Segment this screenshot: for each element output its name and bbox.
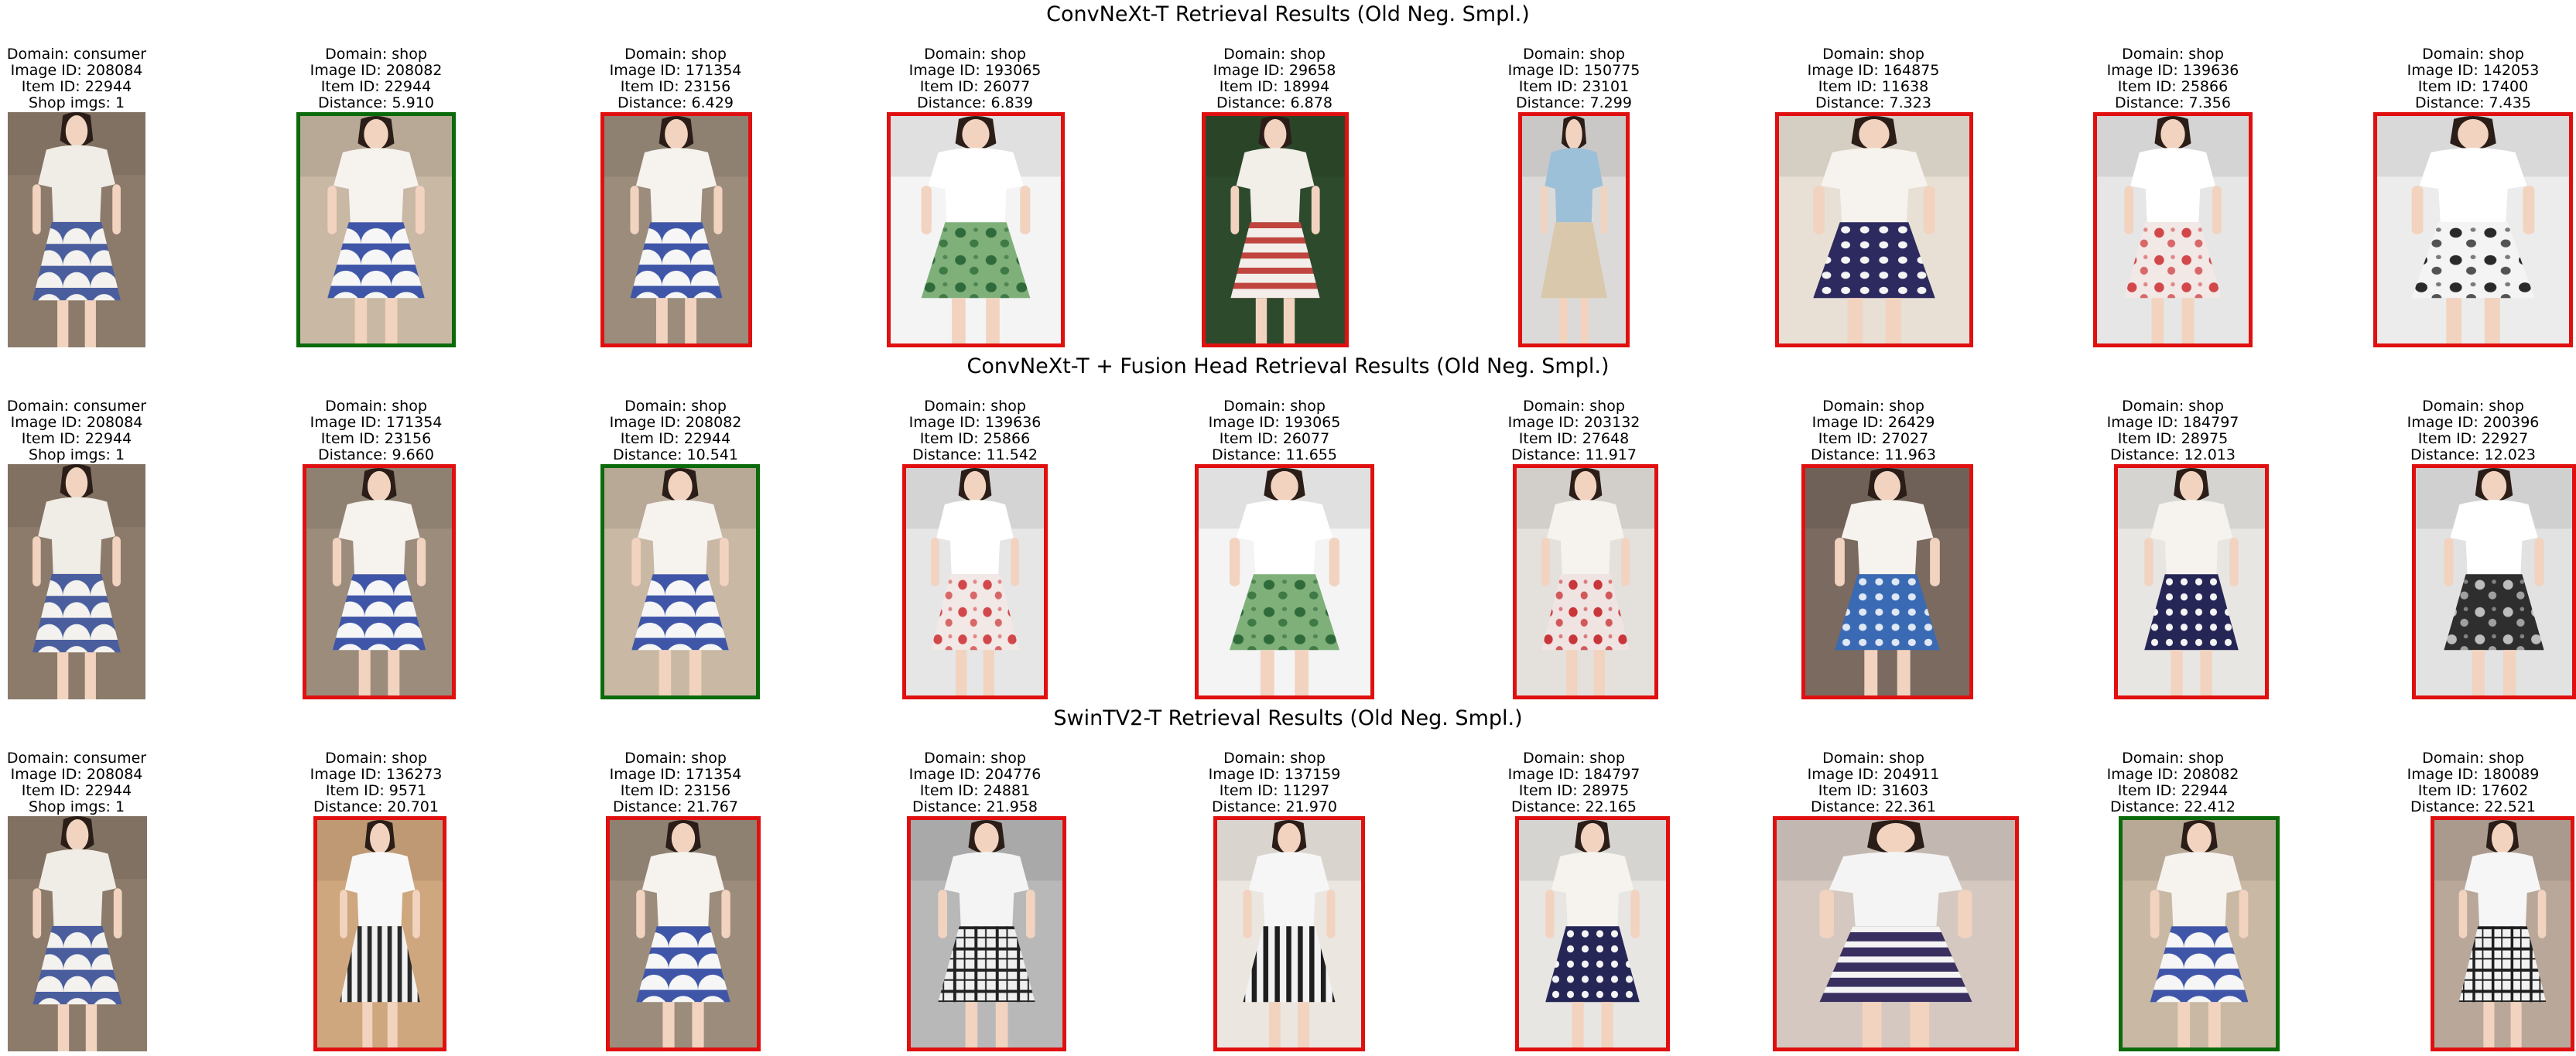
caption-line: Domain: shop (2422, 398, 2524, 415)
retrieval-row-convnext-fusion: ConvNeXt-T + Fusion Head Retrieval Resul… (0, 352, 2576, 704)
incorrect-match-image (2431, 816, 2574, 1051)
caption-line: Image ID: 200396 (2407, 414, 2540, 431)
incorrect-match-image (2373, 112, 2573, 347)
caption-line: Domain: shop (2422, 46, 2524, 63)
right-arm (2534, 538, 2544, 586)
caption-line: Domain: shop (2422, 750, 2524, 767)
image-caption: Domain: shop Image ID: 142053 Item ID: 174… (2357, 46, 2576, 111)
image-caption: Domain: shop Image ID: 200396 Item ID: 229… (2357, 398, 2576, 463)
caption-line: Item ID: 17400 (2417, 78, 2529, 95)
left-arm (2411, 186, 2424, 234)
caption-line: Distance: 22.521 (2410, 798, 2536, 815)
result-cell: Domain: shop Image ID: 142053 Item ID: 174… (0, 0, 2576, 352)
retrieval-row-convnext: ConvNeXt-T Retrieval Results (Old Neg. S… (0, 0, 2576, 352)
left-leg (2483, 1002, 2495, 1047)
result-cell: Domain: shop Image ID: 180089 Item ID: 176… (0, 704, 2576, 1056)
caption-line: Image ID: 142053 (2407, 62, 2540, 79)
image-caption: Domain: shop Image ID: 180089 Item ID: 176… (2357, 750, 2576, 815)
right-arm (2523, 186, 2535, 234)
right-leg (2510, 1002, 2522, 1047)
right-arm (2537, 890, 2547, 938)
face (2458, 118, 2489, 150)
right-leg (2484, 298, 2500, 343)
retrieval-row-swintv2: SwinTV2-T Retrieval Results (Old Neg. Sm… (0, 704, 2576, 1056)
incorrect-match-image (2412, 464, 2576, 699)
caption-line: Distance: 7.435 (2415, 94, 2531, 111)
result-cell: Domain: shop Image ID: 200396 Item ID: 229… (0, 352, 2576, 704)
left-leg (2446, 298, 2462, 343)
left-leg (2472, 650, 2485, 695)
face (2491, 822, 2514, 854)
caption-line: Item ID: 22927 (2417, 430, 2529, 447)
caption-line: Image ID: 180089 (2407, 766, 2540, 783)
caption-line: Item ID: 17602 (2417, 782, 2529, 799)
left-arm (2444, 538, 2454, 586)
face (2481, 470, 2507, 502)
left-arm (2458, 890, 2468, 938)
caption-line: Distance: 12.023 (2410, 446, 2536, 463)
right-leg (2503, 650, 2516, 695)
